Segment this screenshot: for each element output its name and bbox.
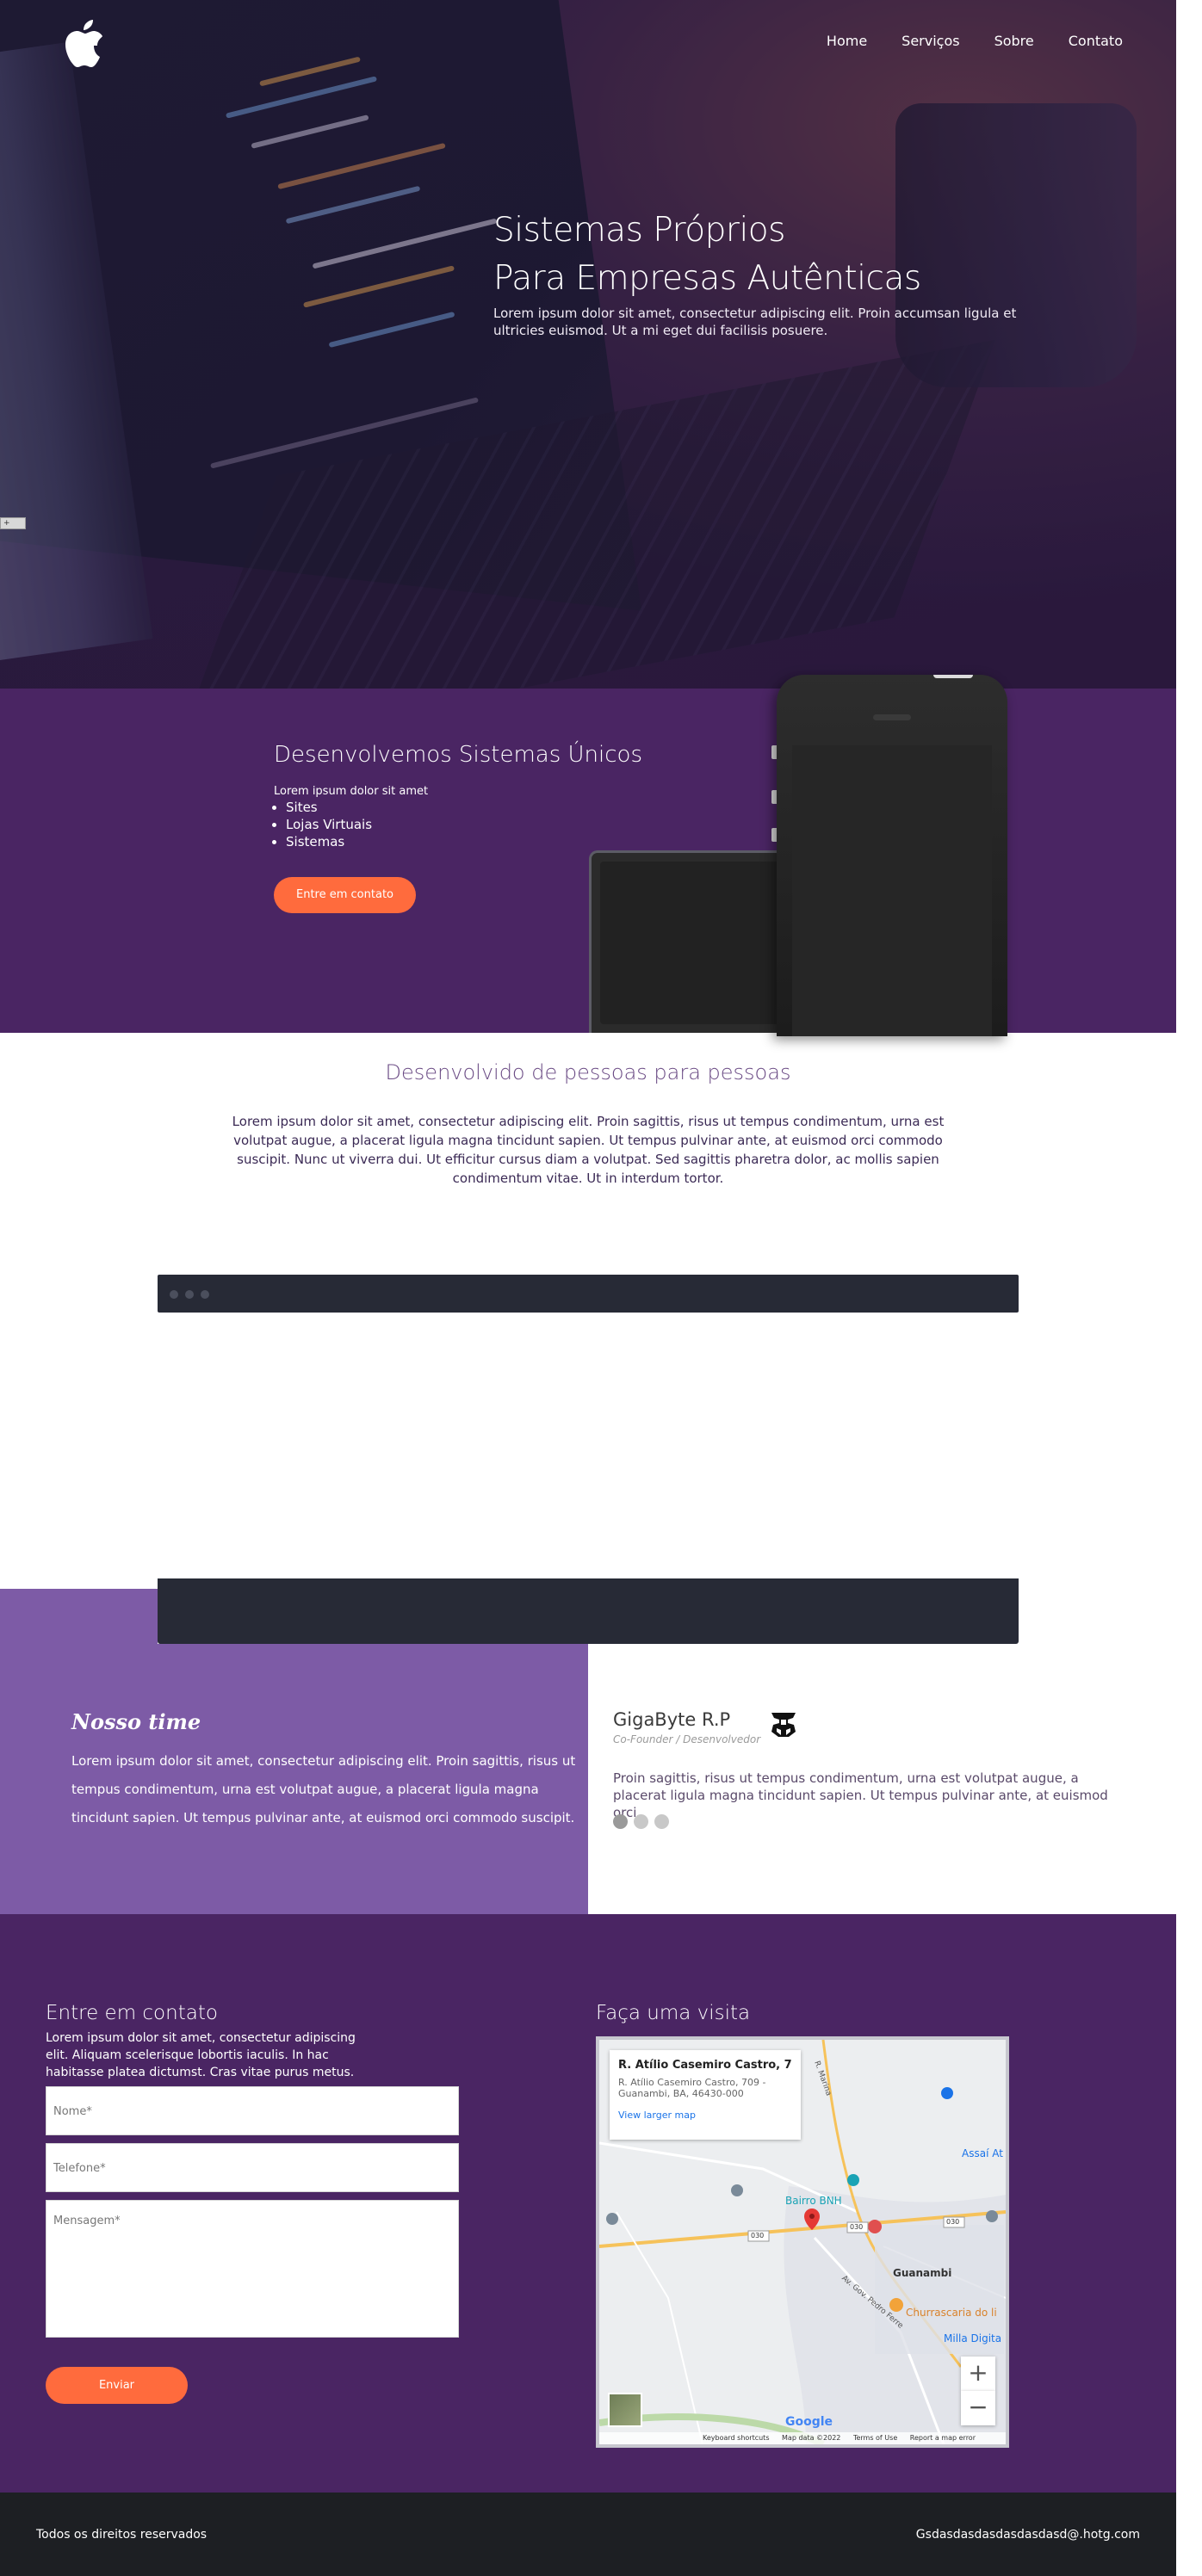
contact-title: Entre em contato [46, 2002, 218, 2024]
report-error-link[interactable]: Report a map error [910, 2434, 976, 2442]
hero-title-line-1: Sistemas Próprios [493, 211, 785, 250]
message-textarea[interactable]: Mensagem* [46, 2200, 459, 2338]
about-text: Lorem ipsum dolor sit amet, consectetur … [232, 1114, 945, 1186]
browser-mockup-bar [158, 1275, 1019, 1313]
name-input[interactable]: Nome* [46, 2086, 459, 2135]
hero-section: Home Serviços Sobre Contato Sistemas Pró… [0, 0, 1176, 689]
browser-mockup-base [158, 1578, 1019, 1644]
transformers-logo-icon [771, 1713, 796, 1737]
services-list-item: Sites [286, 799, 372, 816]
hero-text: Sistemas Próprios Para Empresas Autêntic… [493, 207, 1027, 339]
terms-link[interactable]: Terms of Use [853, 2434, 897, 2442]
nav-contact-link[interactable]: Contato [1069, 33, 1123, 49]
satellite-toggle[interactable] [608, 2393, 642, 2427]
member-quote: Proin sagittis, risus ut tempus condimen… [613, 1770, 1108, 1820]
member-name: GigaByte R.P [613, 1709, 731, 1730]
team-text: Lorem ipsum dolor sit amet, consectetur … [71, 1753, 576, 1825]
map-place-address: R. Atílio Casemiro Castro, 709 - Guanamb… [618, 2077, 766, 2099]
member-role: Co-Founder / Desenvolvedor [613, 1733, 761, 1745]
send-button[interactable]: Enviar [46, 2367, 188, 2404]
phone-device-illustration [777, 675, 1007, 1036]
google-map[interactable]: Guanambi Assaí At Bairro BNH Churrascari… [596, 2036, 1009, 2448]
services-title: Desenvolvemos Sistemas Únicos [274, 742, 642, 768]
footer-rights: Todos os direitos reservados [36, 2528, 208, 2542]
nav-about-link[interactable]: Sobre [994, 33, 1034, 49]
services-section: Desenvolvemos Sistemas Únicos Lorem ipsu… [0, 675, 1176, 1036]
services-list-item: Sistemas [286, 833, 372, 850]
hero-subtitle: Lorem ipsum dolor sit amet, consectetur … [493, 306, 1017, 338]
phone-input[interactable]: Telefone* [46, 2143, 459, 2192]
services-intro: Lorem ipsum dolor sit amet [274, 785, 429, 798]
map-footer: Keyboard shortcuts Map data ©2022 Terms … [599, 2432, 1006, 2444]
window-dot-icon [170, 1290, 178, 1299]
keyboard-shortcuts-link[interactable]: Keyboard shortcuts [703, 2434, 769, 2442]
nav-services-link[interactable]: Serviços [901, 33, 959, 49]
map-label-churrascaria: Churrascaria do li [906, 2307, 997, 2319]
window-dot-icon [201, 1290, 209, 1299]
team-title: Nosso time [71, 1709, 201, 1734]
services-list-item: Lojas Virtuais [286, 816, 372, 833]
nav-home-link[interactable]: Home [827, 33, 867, 49]
footer: Todos os direitos reservados Gsdasdasdas… [0, 2493, 1176, 2576]
map-road-label: 030 [946, 2218, 960, 2226]
map-place-title: R. Atílio Casemiro Castro, 709... [618, 2059, 792, 2072]
map-road-label: 030 [751, 2232, 765, 2239]
view-larger-map-link[interactable]: View larger map [618, 2110, 792, 2121]
apple-logo-icon[interactable] [60, 19, 105, 69]
map-label-city: Guanambi [893, 2267, 952, 2279]
carousel-dot[interactable] [634, 1814, 648, 1829]
hero-overlay [0, 0, 1176, 689]
footer-email[interactable]: Gsdasdasdasdasdasdasd@.hotg.com [916, 2528, 1140, 2542]
map-data-text: Map data ©2022 [782, 2434, 841, 2442]
window-dot-icon [185, 1290, 194, 1299]
hero-title-line-2: Para Empresas Autênticas [493, 259, 921, 298]
carousel-dot[interactable] [654, 1814, 669, 1829]
map-road-label: 030 [850, 2223, 864, 2231]
zoom-out-button[interactable]: − [961, 2391, 995, 2425]
zoom-in-button[interactable]: + [961, 2357, 995, 2391]
map-label-milla: Milla Digita [944, 2332, 1002, 2344]
page-edge [1176, 0, 1202, 2576]
google-logo: Google [785, 2415, 833, 2429]
map-place-card: R. Atílio Casemiro Castro, 709... R. Atí… [610, 2050, 801, 2140]
map-label-assai: Assaí At [962, 2147, 1003, 2159]
scroll-tag[interactable]: + [0, 517, 26, 529]
browser-mockup [158, 1275, 1019, 1644]
about-title: Desenvolvido de pessoas para pessoas [385, 1060, 791, 1084]
contact-text: Lorem ipsum dolor sit amet, consectetur … [46, 2031, 356, 2079]
visit-title: Faça uma visita [596, 2002, 751, 2024]
map-label-bairro: Bairro BNH [785, 2195, 842, 2207]
contact-cta-button[interactable]: Entre em contato [274, 877, 416, 913]
main-nav: Home Serviços Sobre Contato [827, 33, 1123, 49]
carousel-dot-active[interactable] [613, 1814, 628, 1829]
services-list: Sites Lojas Virtuais Sistemas [286, 799, 372, 850]
